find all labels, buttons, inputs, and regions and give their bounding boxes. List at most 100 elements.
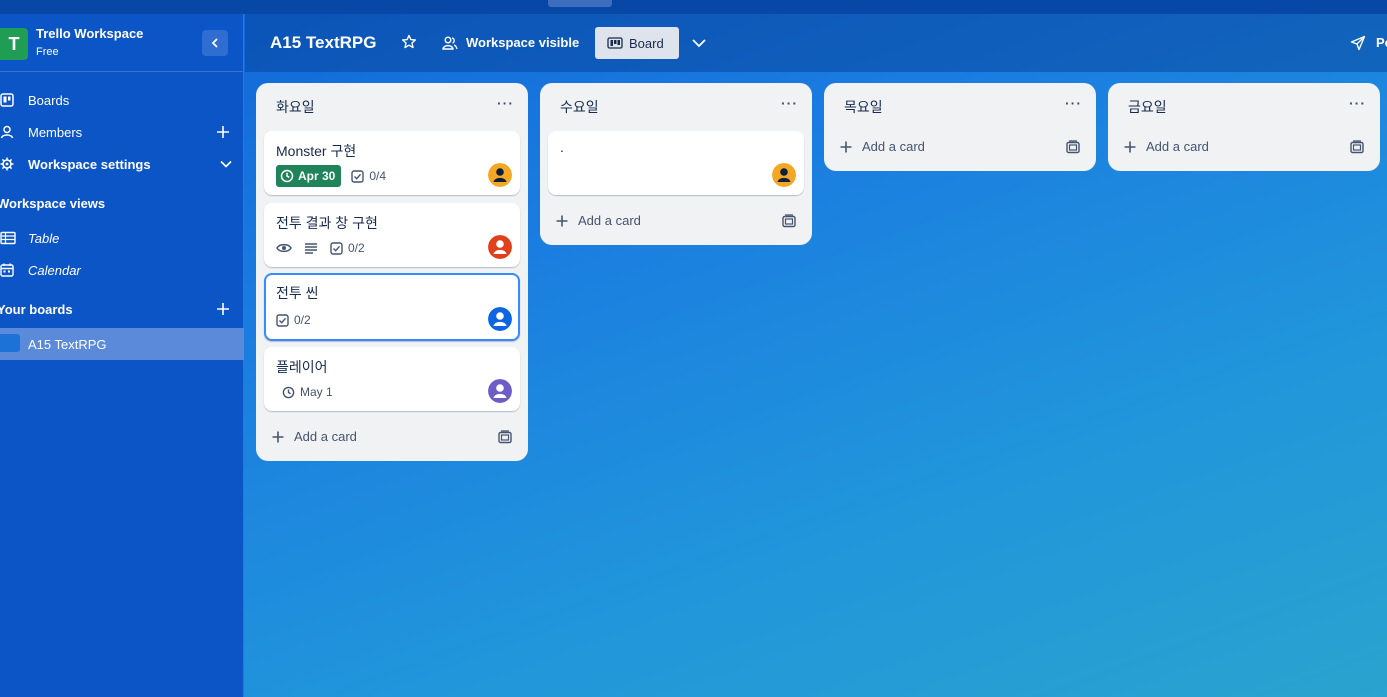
card-template-icon[interactable] (1350, 140, 1364, 154)
sidebar-item-label: Boards (28, 92, 70, 108)
add-card-button[interactable]: Add a card (272, 429, 357, 444)
board-view-button[interactable]: Board (595, 27, 679, 59)
description-badge (304, 242, 318, 254)
sidebar-item-label: A15 TextRPG (28, 336, 107, 352)
list-title[interactable]: 금요일 (1128, 97, 1167, 117)
card[interactable]: . (548, 131, 804, 195)
checklist-count: 0/4 (369, 169, 387, 183)
add-card-button[interactable]: Add a card (840, 139, 925, 154)
due-date-badge[interactable]: May 1 (282, 385, 333, 399)
member-avatar[interactable] (772, 163, 796, 187)
card-title: 전투 결과 창 구현 (276, 215, 378, 231)
checkbox-icon (351, 169, 365, 183)
due-date-text: Apr 30 (298, 169, 336, 183)
visibility-label: Workspace visible (466, 35, 580, 50)
power-ups-label[interactable]: Po (1376, 35, 1387, 50)
card-template-icon[interactable] (1066, 140, 1080, 154)
add-card-label: Add a card (294, 429, 357, 444)
add-card-label: Add a card (1146, 139, 1209, 154)
table-icon (0, 231, 16, 245)
add-member-plus-icon[interactable] (216, 125, 230, 139)
card[interactable]: 플레이어 May 1 (264, 347, 520, 411)
star-icon[interactable] (401, 34, 417, 50)
create-board-plus-icon[interactable] (216, 302, 230, 316)
card-badges: 0/2 (276, 237, 377, 259)
sidebar-view-calendar[interactable]: Calendar (0, 255, 244, 285)
card-title: 전투 씬 (276, 285, 319, 301)
list-wednesday: 수요일 ··· . Add a card (540, 83, 812, 245)
add-card-button[interactable]: Add a card (556, 213, 641, 228)
checklist-count: 0/2 (294, 313, 311, 327)
list-menu-button[interactable]: ··· (781, 95, 798, 111)
board-title[interactable]: A15 TextRPG (270, 33, 376, 53)
description-icon (305, 243, 317, 254)
calendar-icon (0, 263, 14, 277)
due-date-badge[interactable]: Apr 30 (276, 165, 342, 187)
list-thursday: 목요일 ··· Add a card (824, 83, 1096, 171)
workspace-name[interactable]: Trello Workspace (36, 26, 143, 41)
member-avatar[interactable] (488, 307, 512, 331)
list-menu-button[interactable]: ··· (1349, 95, 1366, 111)
add-card-button[interactable]: Add a card (1124, 139, 1209, 154)
card-focused[interactable]: 전투 씬 0/2 (264, 273, 520, 341)
gear-icon (0, 157, 14, 171)
list-menu-button[interactable]: ··· (497, 95, 514, 111)
clock-icon (282, 386, 295, 398)
checklist-badge: 0/2 (276, 313, 311, 327)
sidebar-item-label: Table (28, 230, 60, 246)
sidebar-item-workspace-settings[interactable]: Workspace settings (0, 149, 244, 179)
workspace-views-heading: Workspace views (0, 196, 106, 211)
card-template-icon[interactable] (498, 430, 512, 444)
sidebar-item-label: Workspace settings (28, 156, 151, 172)
eye-icon (276, 243, 292, 253)
member-avatar[interactable] (488, 235, 512, 259)
list-menu-button[interactable]: ··· (1065, 95, 1082, 111)
due-date-text: May 1 (300, 385, 333, 399)
plus-icon (556, 215, 568, 226)
list-title[interactable]: 화요일 (276, 97, 315, 117)
collapse-sidebar-button[interactable] (202, 30, 228, 56)
workspace-plan: Free (36, 46, 59, 58)
sidebar-item-label: Members (28, 124, 83, 140)
list-title[interactable]: 목요일 (844, 97, 883, 117)
card-template-icon[interactable] (782, 214, 796, 228)
plus-icon (1124, 141, 1136, 152)
checkbox-icon (330, 241, 343, 255)
checklist-badge: 0/4 (351, 169, 386, 183)
board-view-icon (607, 37, 623, 49)
board-thumbnail (0, 334, 20, 352)
chevron-left-icon (211, 38, 218, 48)
member-avatar[interactable] (488, 163, 512, 187)
clock-icon (280, 169, 294, 183)
member-avatar[interactable] (488, 379, 512, 403)
card[interactable]: Monster 구현 Apr 30 0/4 (264, 131, 520, 195)
board-icon (0, 93, 14, 107)
sidebar-view-table[interactable]: Table (0, 223, 244, 253)
plus-icon (840, 141, 852, 152)
chevron-down-icon[interactable] (691, 36, 707, 50)
checklist-count: 0/2 (348, 241, 365, 255)
browser-top-strip (0, 0, 1387, 14)
sidebar-board-a15-textrpg[interactable]: A15 TextRPG (0, 328, 244, 360)
sidebar-item-members[interactable]: Members (0, 117, 244, 147)
card-badges: Apr 30 0/4 (276, 165, 398, 187)
workspace-logo[interactable]: T (0, 28, 28, 60)
top-tab-handle[interactable] (548, 0, 612, 7)
card-title: Monster 구현 (276, 143, 357, 159)
list-title[interactable]: 수요일 (560, 97, 599, 117)
chevron-down-icon[interactable] (219, 157, 233, 171)
watching-badge (276, 242, 292, 254)
sidebar-item-boards[interactable]: Boards (0, 85, 244, 115)
list-friday: 금요일 ··· Add a card (1108, 83, 1380, 171)
person-icon (0, 125, 14, 139)
sidebar-item-label: Calendar (28, 262, 81, 278)
workspace-header: T Trello Workspace Free (0, 14, 243, 72)
card-badges: 0/2 (276, 309, 323, 331)
card-badges: May 1 (282, 381, 345, 403)
card[interactable]: 전투 결과 창 구현 0/2 (264, 203, 520, 267)
rocket-icon[interactable] (1350, 35, 1366, 51)
add-card-label: Add a card (578, 213, 641, 228)
your-boards-heading: Your boards (0, 302, 73, 317)
add-card-label: Add a card (862, 139, 925, 154)
checkbox-icon (276, 313, 289, 327)
